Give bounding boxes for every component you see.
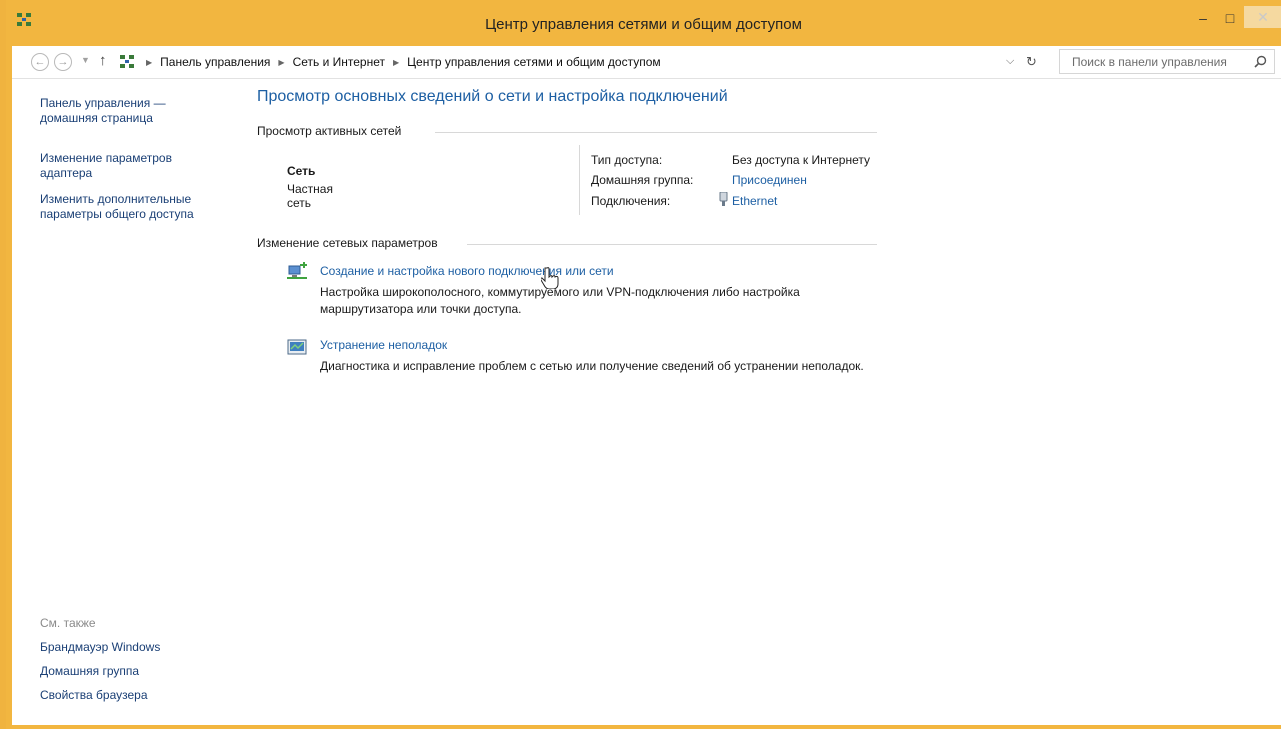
homegroup-label: Домашняя группа: xyxy=(591,173,694,187)
title-bar: Центр управления сетями и общим доступом… xyxy=(6,0,1281,46)
up-arrow-icon[interactable]: ↑ xyxy=(99,52,107,69)
ethernet-link[interactable]: Ethernet xyxy=(732,194,777,208)
active-networks-header: Просмотр активных сетей xyxy=(257,124,877,140)
refresh-icon[interactable]: ↻ xyxy=(1026,54,1037,70)
sidebar: Панель управления — домашняя страница Из… xyxy=(12,79,242,725)
network-location-icon xyxy=(120,55,134,68)
address-bar: ← → ▼ ↑ ▶ Панель управления ▶ Сеть и Инт… xyxy=(12,46,1281,79)
breadcrumb-network-center[interactable]: Центр управления сетями и общим доступом xyxy=(407,55,661,69)
breadcrumb-separator-icon[interactable]: ▶ xyxy=(146,58,152,67)
new-connection-description: Настройка широкополосного, коммутируемог… xyxy=(320,285,800,316)
new-connection-icon xyxy=(287,262,307,279)
sidebar-link-line: домашняя страница xyxy=(40,111,153,125)
content-area: Панель управления — домашняя страница Из… xyxy=(12,79,1281,725)
arrow-right-icon: → xyxy=(57,56,69,68)
divider xyxy=(435,132,877,133)
sidebar-link-line: Изменить дополнительные xyxy=(40,192,192,206)
breadcrumb-control-panel[interactable]: Панель управления xyxy=(160,55,270,69)
breadcrumb-separator-icon[interactable]: ▶ xyxy=(393,58,399,67)
connections-label: Подключения: xyxy=(591,194,671,208)
back-button[interactable]: ← xyxy=(31,53,49,71)
page-title: Просмотр основных сведений о сети и наст… xyxy=(257,88,728,105)
close-button[interactable]: ✕ xyxy=(1244,6,1281,28)
sidebar-link-adapter[interactable]: Изменение параметров адаптера xyxy=(40,151,172,181)
address-dropdown-chevron-icon[interactable]: ⌵ xyxy=(1006,55,1014,68)
forward-button[interactable]: → xyxy=(54,53,72,71)
arrow-left-icon: ← xyxy=(34,56,46,68)
troubleshoot-link[interactable]: Устранение неполадок xyxy=(320,338,447,352)
change-settings-header: Изменение сетевых параметров xyxy=(257,236,877,252)
homegroup-link[interactable]: Присоединен xyxy=(732,173,807,187)
troubleshoot-description: Диагностика и исправление проблем с сеть… xyxy=(320,359,864,373)
window-title: Центр управления сетями и общим доступом xyxy=(485,16,802,33)
new-connection-link[interactable]: Создание и настройка нового подключения … xyxy=(320,264,614,278)
see-also-browser-properties[interactable]: Свойства браузера xyxy=(40,688,148,703)
recent-locations-chevron-icon[interactable]: ▼ xyxy=(81,55,90,65)
network-name: Сеть xyxy=(287,164,316,178)
breadcrumb-separator-icon[interactable]: ▶ xyxy=(278,58,284,67)
see-also-homegroup[interactable]: Домашняя группа xyxy=(40,664,139,679)
ethernet-icon xyxy=(719,192,728,206)
section-label: Просмотр активных сетей xyxy=(257,124,402,138)
sidebar-link-line: Панель управления — xyxy=(40,96,166,110)
access-type-label: Тип доступа: xyxy=(591,153,663,167)
network-type: Частная сеть xyxy=(287,182,333,210)
divider xyxy=(467,244,877,245)
section-label: Изменение сетевых параметров xyxy=(257,236,438,250)
access-type-value: Без доступа к Интернету xyxy=(732,153,871,167)
see-also-firewall[interactable]: Брандмауэр Windows xyxy=(40,640,160,655)
maximize-button[interactable]: □ xyxy=(1216,8,1244,28)
troubleshoot-icon xyxy=(287,339,307,355)
divider xyxy=(579,145,580,215)
breadcrumb-network-internet[interactable]: Сеть и Интернет xyxy=(293,55,385,69)
breadcrumb: ▶ Панель управления ▶ Сеть и Интернет ▶ … xyxy=(138,55,661,69)
hand-cursor-icon xyxy=(541,267,559,289)
search-icon[interactable] xyxy=(1254,55,1267,68)
search-input[interactable]: Поиск в панели управления xyxy=(1059,49,1275,74)
window: Центр управления сетями и общим доступом… xyxy=(6,0,1281,729)
sidebar-link-home[interactable]: Панель управления — домашняя страница xyxy=(40,96,166,126)
sidebar-link-line: Изменение параметров xyxy=(40,151,172,165)
search-placeholder: Поиск в панели управления xyxy=(1072,55,1227,69)
see-also-heading: См. также xyxy=(40,616,96,630)
sidebar-link-sharing[interactable]: Изменить дополнительные параметры общего… xyxy=(40,192,194,222)
sidebar-link-line: параметры общего доступа xyxy=(40,207,194,221)
minimize-button[interactable]: – xyxy=(1189,8,1217,28)
sidebar-link-line: адаптера xyxy=(40,166,93,180)
